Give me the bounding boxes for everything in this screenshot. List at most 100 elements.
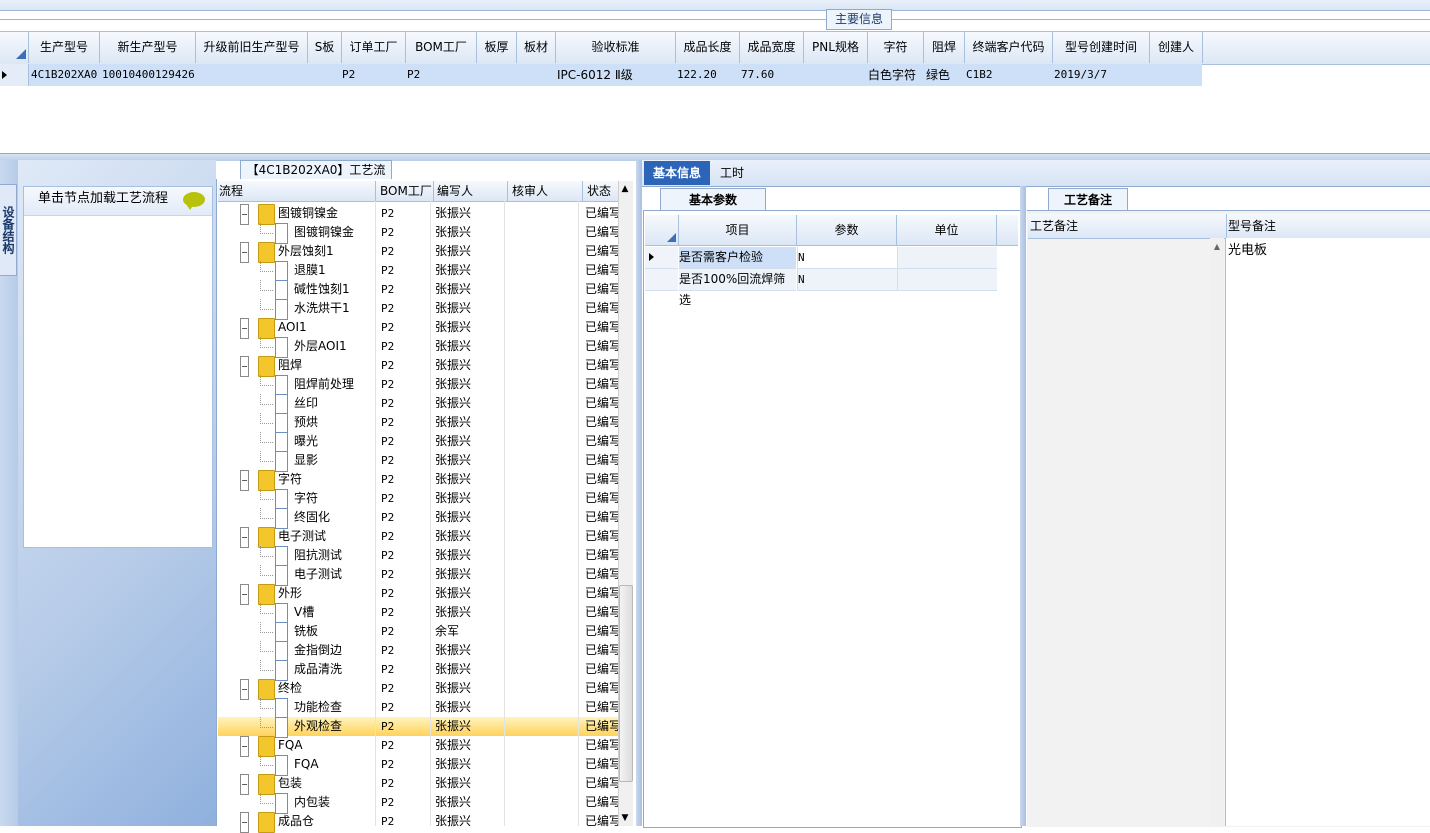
tab-process-notes[interactable]: 工艺备注 — [1048, 188, 1128, 211]
collapse-icon[interactable]: − — [240, 242, 249, 263]
collapse-icon[interactable]: − — [240, 527, 249, 548]
notes-scrollbar[interactable] — [1210, 238, 1224, 826]
tree-row[interactable]: − 外形 P2 张振兴 已编写 — [218, 584, 618, 605]
cell-char[interactable]: 白色字符 — [868, 64, 922, 86]
tree-row[interactable]: V槽 P2 张振兴 已编写 — [218, 603, 618, 624]
tree-row[interactable]: 图镀铜镍金 P2 张振兴 已编写 — [218, 223, 618, 244]
collapse-icon[interactable]: − — [240, 774, 249, 795]
tree-row[interactable]: 终固化 P2 张振兴 已编写 — [218, 508, 618, 529]
cell-created[interactable]: 2019/3/7 — [1054, 64, 1148, 86]
col-header[interactable]: 成品宽度 — [740, 31, 804, 63]
param-item[interactable]: 是否需客户检验 — [679, 247, 796, 269]
tree-row[interactable]: 阻焊前处理 P2 张振兴 已编写 — [218, 375, 618, 396]
tree-row[interactable]: 金指倒边 P2 张振兴 已编写 — [218, 641, 618, 662]
param-item[interactable]: 是否100%回流焊筛选 — [679, 269, 796, 307]
param-value[interactable]: N — [797, 269, 897, 291]
param-col-header[interactable]: 参数 — [797, 215, 897, 245]
param-unit[interactable] — [897, 247, 997, 269]
collapse-icon[interactable]: − — [240, 812, 249, 833]
col-header[interactable]: 新生产型号 — [100, 31, 196, 63]
col-header[interactable]: 终端客户代码 — [965, 31, 1053, 63]
collapse-icon[interactable]: − — [240, 204, 249, 225]
cell-prod-model[interactable]: 4C1B202XA0 — [31, 64, 99, 86]
tree-row[interactable]: 曝光 P2 张振兴 已编写 — [218, 432, 618, 453]
tree-row[interactable]: − 成品仓 P2 张振兴 已编写 — [218, 812, 618, 833]
cell-order-factory[interactable]: P2 — [342, 64, 402, 86]
col-header[interactable]: 创建人 — [1150, 31, 1203, 63]
collapse-icon[interactable]: − — [240, 679, 249, 700]
cell-length[interactable]: 122.20 — [677, 64, 737, 86]
scroll-up-icon[interactable]: ▲ — [620, 184, 630, 196]
vertical-tab-device-structure[interactable]: 设备结构 — [0, 184, 17, 276]
tree-row[interactable]: − 图镀铜镍金 P2 张振兴 已编写 — [218, 204, 618, 225]
collapse-icon[interactable]: − — [240, 584, 249, 605]
tree-col-header[interactable]: 编写人 — [434, 181, 508, 201]
tree-row[interactable]: − 字符 P2 张振兴 已编写 — [218, 470, 618, 491]
collapse-icon[interactable]: − — [240, 736, 249, 757]
tab-basic-params[interactable]: 基本参数 — [660, 188, 766, 211]
vertical-splitter[interactable] — [1020, 186, 1026, 826]
tree-row[interactable]: 水洗烘干1 P2 张振兴 已编写 — [218, 299, 618, 320]
scroll-down-icon[interactable]: ▼ — [620, 813, 630, 825]
main-info-tab[interactable]: 主要信息 — [826, 9, 892, 30]
param-col-header[interactable]: 单位 — [897, 215, 997, 245]
col-header[interactable]: 板厚 — [477, 31, 517, 63]
tree-row[interactable]: 阻抗测试 P2 张振兴 已编写 — [218, 546, 618, 567]
tree-row[interactable]: − 阻焊 P2 张振兴 已编写 — [218, 356, 618, 377]
cell-width[interactable]: 77.60 — [741, 64, 801, 86]
model-notes-area[interactable] — [1225, 238, 1430, 826]
cell-solder[interactable]: 绿色 — [926, 64, 964, 86]
tree-row[interactable]: − 电子测试 P2 张振兴 已编写 — [218, 527, 618, 548]
col-header[interactable]: BOM工厂 — [406, 31, 477, 63]
col-header[interactable]: 型号创建时间 — [1053, 31, 1150, 63]
tree-row[interactable]: 功能检查 P2 张振兴 已编写 — [218, 698, 618, 719]
col-header[interactable]: 验收标准 — [556, 31, 676, 63]
col-header[interactable]: S板 — [308, 31, 342, 63]
tree-row[interactable]: 退膜1 P2 张振兴 已编写 — [218, 261, 618, 282]
tree-col-header[interactable]: BOM工厂 — [376, 181, 434, 201]
tree-row[interactable]: 丝印 P2 张振兴 已编写 — [218, 394, 618, 415]
vertical-splitter[interactable] — [636, 160, 642, 826]
tab-work-hours[interactable]: 工时 — [714, 161, 750, 185]
tree-row[interactable]: 预烘 P2 张振兴 已编写 — [218, 413, 618, 434]
tree-row[interactable]: 字符 P2 张振兴 已编写 — [218, 489, 618, 510]
cell-bom-factory[interactable]: P2 — [407, 64, 473, 86]
tree-row[interactable]: 外观检查 P2 张振兴 已编写 — [218, 717, 618, 738]
cell-standard[interactable]: IPC-6012 Ⅱ级 — [557, 64, 673, 86]
cell-new-model[interactable]: 10010400129426 — [102, 64, 195, 86]
col-header[interactable]: 升级前旧生产型号 — [196, 31, 308, 63]
scroll-up-icon[interactable]: ▲ — [1211, 242, 1223, 251]
tree-row[interactable]: − 包装 P2 张振兴 已编写 — [218, 774, 618, 795]
param-col-header[interactable]: 项目 — [679, 215, 797, 245]
collapse-icon[interactable]: − — [240, 318, 249, 339]
col-header[interactable]: 成品长度 — [676, 31, 740, 63]
param-unit[interactable] — [897, 269, 997, 291]
tree-col-header[interactable]: 核审人 — [508, 181, 583, 201]
tree-row[interactable]: − FQA P2 张振兴 已编写 — [218, 736, 618, 757]
tree-row[interactable]: 成品清洗 P2 张振兴 已编写 — [218, 660, 618, 681]
tree-row[interactable]: FQA P2 张振兴 已编写 — [218, 755, 618, 776]
col-header[interactable]: PNL规格 — [804, 31, 868, 63]
tree-row[interactable]: 内包装 P2 张振兴 已编写 — [218, 793, 618, 814]
cell-customer-code[interactable]: C1B2 — [966, 64, 1050, 86]
collapse-icon[interactable]: − — [240, 356, 249, 377]
col-header[interactable]: 生产型号 — [29, 31, 100, 63]
col-header[interactable]: 阻焊 — [924, 31, 965, 63]
param-value[interactable]: N — [797, 247, 897, 269]
tree-row[interactable]: − AOI1 P2 张振兴 已编写 — [218, 318, 618, 339]
scroll-thumb[interactable] — [619, 585, 633, 782]
tree-row[interactable]: 显影 P2 张振兴 已编写 — [218, 451, 618, 472]
tree-row[interactable]: 外层AOI1 P2 张振兴 已编写 — [218, 337, 618, 358]
tree-row[interactable]: − 终检 P2 张振兴 已编写 — [218, 679, 618, 700]
collapse-icon[interactable]: − — [240, 470, 249, 491]
col-header[interactable]: 板材 — [517, 31, 556, 63]
folder-icon — [258, 679, 275, 700]
col-header[interactable]: 订单工厂 — [342, 31, 406, 63]
tab-basic-info[interactable]: 基本信息 — [644, 161, 710, 185]
tree-row[interactable]: 碱性蚀刻1 P2 张振兴 已编写 — [218, 280, 618, 301]
tree-col-header[interactable]: 流程 — [219, 181, 376, 201]
tree-row[interactable]: 铣板 P2 余军 已编写 — [218, 622, 618, 643]
tree-row[interactable]: 电子测试 P2 张振兴 已编写 — [218, 565, 618, 586]
tree-row[interactable]: − 外层蚀刻1 P2 张振兴 已编写 — [218, 242, 618, 263]
col-header[interactable]: 字符 — [868, 31, 924, 63]
